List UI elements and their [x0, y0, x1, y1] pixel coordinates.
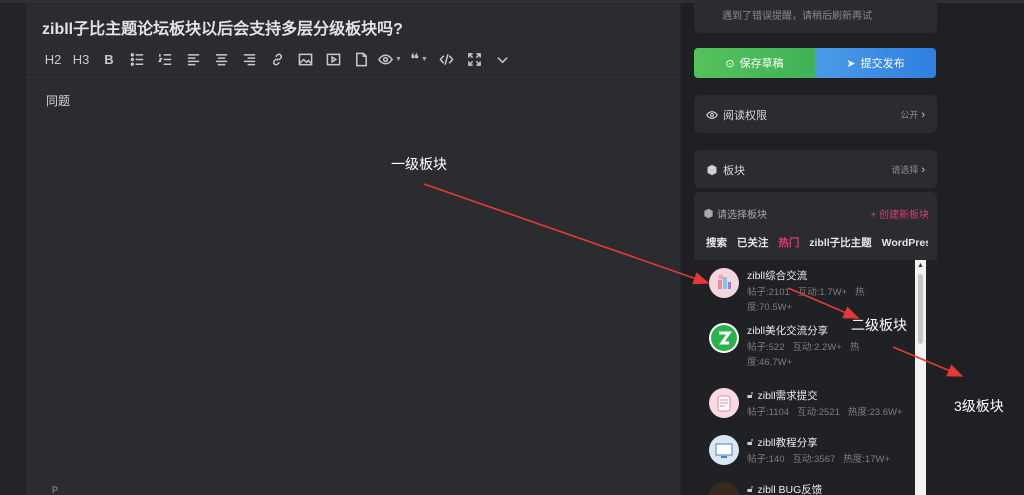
lock-icon: 🔓︎	[747, 437, 754, 448]
read-permission-value: 公开	[900, 110, 919, 120]
link-icon[interactable]	[266, 49, 288, 69]
editor-toolbar: H2 H3 B ▼ ❝ ▼	[42, 49, 520, 69]
error-text: 遇到了错误提醒，请稍后刷新再试	[722, 11, 872, 22]
quote-icon[interactable]: ❝ ▼	[408, 49, 430, 69]
forum-name: 🔓︎ zibll教程分享	[747, 435, 818, 450]
tab-wordpress[interactable]: WordPress	[882, 237, 928, 249]
tab-zibll[interactable]: zibll子比主题	[809, 235, 871, 250]
save-icon: ⊙	[725, 57, 735, 70]
read-permission-value-wrap: 公开 ›	[900, 108, 925, 121]
bullet-list-icon[interactable]	[126, 49, 148, 69]
picker-tabs: 搜索 已关注 热门 zibll子比主题 WordPress	[706, 235, 928, 251]
read-permission-row[interactable]: 阅读权限 公开 ›	[694, 95, 937, 133]
align-center-icon[interactable]	[210, 49, 232, 69]
chevron-right-icon: ›	[921, 109, 925, 121]
tab-hot[interactable]: 热门	[778, 235, 799, 251]
image-icon[interactable]	[294, 49, 316, 69]
forum-value: 请选择	[891, 165, 919, 175]
forum-name: 🔓︎ zibll需求提交	[747, 388, 818, 403]
forum-stats: 帖子:2101 互动:1.7W+ 热度:70.5W+	[747, 285, 877, 315]
forum-picker: 请选择板块 + 创建新板块 搜索 已关注 热门 zibll子比主题 WordPr…	[694, 192, 937, 495]
create-forum-link[interactable]: + 创建新板块	[870, 206, 929, 221]
chevron-right-icon: ›	[921, 164, 925, 176]
heading-3-button[interactable]: H3	[70, 49, 92, 69]
stat-posts: 帖子:1104	[747, 407, 790, 418]
avatar	[709, 388, 739, 418]
stat-posts: 帖子:140	[747, 454, 785, 465]
heading-2-button[interactable]: H2	[42, 49, 64, 69]
read-permission-label: 阅读权限	[723, 110, 767, 122]
code-icon[interactable]	[436, 49, 458, 69]
publish-sidebar: 遇到了错误提醒，请稍后刷新再试 ⊙ 保存草稿 ➤ 提交发布 阅读权限 公开 › 板…	[682, 0, 1024, 495]
tab-search[interactable]: 搜索	[706, 235, 727, 250]
forum-stats: 帖子:522 互动:2.2W+ 热度:46.7W+	[747, 340, 877, 370]
stat-interactions: 互动:3567	[792, 454, 836, 465]
align-left-icon[interactable]	[182, 49, 204, 69]
forum-stats: 帖子:140 互动:3567 热度:17W+	[747, 452, 922, 467]
cube-icon	[704, 208, 713, 219]
align-right-icon[interactable]	[238, 49, 260, 69]
publish-button[interactable]: ➤ 提交发布	[815, 48, 936, 78]
avatar	[709, 268, 739, 298]
picker-title: 请选择板块	[717, 210, 767, 221]
eye-icon[interactable]: ▼	[378, 49, 402, 69]
error-notice: 遇到了错误提醒，请稍后刷新再试	[694, 0, 937, 33]
chevron-down-icon[interactable]	[492, 49, 514, 69]
forum-name: zibll综合交流	[747, 270, 808, 282]
stat-heat: 热度:23.6W+	[847, 407, 903, 418]
forum-name: 🔓︎ zibll BUG反馈	[747, 482, 822, 495]
eye-icon	[706, 111, 718, 119]
scrollbar[interactable]: ▲	[915, 260, 926, 495]
forum-name-text: zibll BUG反馈	[757, 484, 823, 495]
stat-posts: 帖子:2101	[747, 287, 790, 298]
fullscreen-icon[interactable]	[464, 49, 486, 69]
forum-name-text: zibll教程分享	[757, 437, 818, 449]
tab-following[interactable]: 已关注	[737, 235, 769, 250]
annotation-level-1: 一级板块	[391, 156, 447, 172]
save-draft-label: 保存草稿	[739, 58, 784, 70]
toolbar-divider	[26, 77, 680, 78]
picker-title-wrap: 请选择板块	[703, 206, 767, 221]
stat-heat: 热度:17W+	[843, 454, 891, 465]
editor-body[interactable]: 同题	[46, 92, 70, 109]
forum-name: zibll美化交流分享	[747, 325, 829, 337]
action-buttons: ⊙ 保存草稿 ➤ 提交发布	[694, 48, 936, 78]
forum-stats: 帖子:1104 互动:2521 热度:23.6W+	[747, 405, 922, 420]
cube-icon	[707, 164, 717, 176]
file-icon[interactable]	[350, 49, 372, 69]
stat-interactions: 互动:2521	[797, 407, 840, 418]
annotation-level-3: 3级板块	[954, 398, 1004, 414]
send-icon: ➤	[846, 57, 856, 70]
editor-panel[interactable]: zibll子比主题论坛板块以后会支持多层分级板块吗? H2 H3 B ▼ ❝ ▼ …	[26, 3, 680, 495]
lock-icon: 🔓︎	[747, 484, 754, 495]
forum-select-row[interactable]: 板块 请选择 ›	[694, 150, 937, 188]
scroll-up-icon[interactable]: ▲	[917, 262, 924, 269]
avatar	[709, 435, 739, 465]
read-permission-label-wrap: 阅读权限	[706, 107, 767, 123]
save-draft-button[interactable]: ⊙ 保存草稿	[694, 48, 815, 78]
numbered-list-icon[interactable]	[154, 49, 176, 69]
annotation-level-2: 二级板块	[851, 317, 907, 333]
stat-interactions: 互动:1.7W+	[797, 287, 848, 298]
forum-value-wrap: 请选择 ›	[891, 163, 925, 176]
scroll-thumb[interactable]	[918, 274, 923, 344]
forum-label: 板块	[723, 165, 745, 177]
element-path: P	[52, 485, 59, 495]
forum-label-wrap: 板块	[706, 162, 745, 178]
lock-icon: 🔓︎	[747, 390, 754, 401]
forum-name-text: zibll需求提交	[757, 390, 818, 402]
avatar	[709, 482, 739, 495]
video-icon[interactable]	[322, 49, 344, 69]
forum-list[interactable]: zibll综合交流 帖子:2101 互动:1.7W+ 热度:70.5W+ zibll…	[694, 260, 937, 495]
stat-interactions: 互动:2.2W+	[792, 342, 842, 353]
avatar	[709, 323, 739, 353]
post-title[interactable]: zibll子比主题论坛板块以后会支持多层分级板块吗?	[42, 15, 403, 39]
publish-label: 提交发布	[860, 58, 905, 70]
bold-button[interactable]: B	[98, 49, 120, 69]
stat-posts: 帖子:522	[747, 342, 785, 353]
